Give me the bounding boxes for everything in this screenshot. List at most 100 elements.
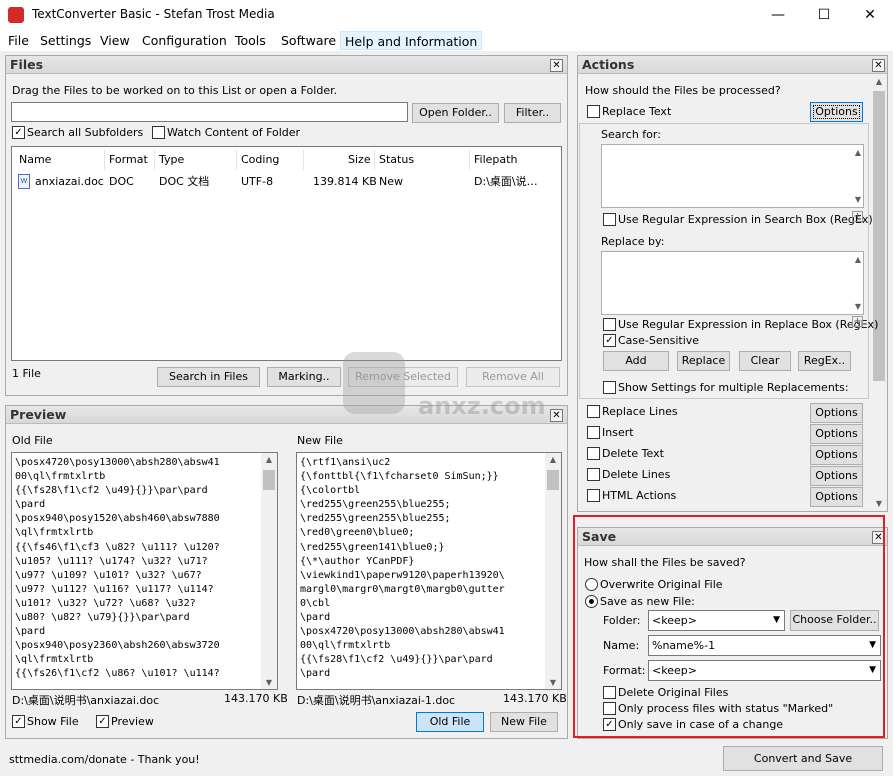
show-file-label: Show File [27, 715, 79, 728]
name-value: %name%-1 [652, 639, 716, 652]
open-folder-button[interactable]: Open Folder.. [412, 103, 499, 123]
actions-close-icon[interactable]: ✕ [872, 59, 885, 72]
menu-settings[interactable]: Settings [37, 31, 94, 50]
regex-search-checkbox[interactable] [603, 213, 616, 226]
menu-configuration[interactable]: Configuration [139, 31, 230, 50]
old-line: \u105? \u111? \u174? \u32? \u71? [15, 555, 208, 567]
new-line: {\*\author YCanPDF} [300, 555, 415, 567]
regex-search-expand-icon[interactable]: + [852, 211, 863, 222]
replace-text-options-button[interactable]: Options [810, 102, 863, 122]
new-line: \posx4720\posy13000\absh280\absw41 [300, 626, 505, 638]
delete-original-checkbox[interactable] [603, 686, 616, 699]
col-size[interactable]: Size [348, 152, 371, 168]
menu-software[interactable]: Software [278, 31, 339, 50]
delete-text-options-button[interactable]: Options [810, 445, 863, 465]
new-scroll-thumb[interactable] [547, 470, 559, 490]
menu-help[interactable]: Help and Information [340, 31, 483, 50]
show-settings-checkbox[interactable] [603, 381, 616, 394]
convert-and-save-button[interactable]: Convert and Save [723, 746, 883, 771]
file-count: 1 File [12, 367, 41, 380]
marking-button[interactable]: Marking.. [267, 367, 341, 387]
folder-label: Folder: [603, 614, 641, 627]
old-line: \posx940\posy2360\absh260\absw3720 [15, 640, 220, 652]
col-filepath[interactable]: Filepath [474, 152, 517, 168]
new-file-preview[interactable]: {\rtf1\ansi\uc2 {\fonttbl{\f1\fcharset0 S… [296, 452, 562, 690]
replace-text-checkbox[interactable] [587, 105, 600, 118]
search-for-textarea[interactable]: ▲ ▼ [601, 144, 864, 208]
col-name[interactable]: Name [19, 152, 51, 168]
insert-checkbox[interactable] [587, 426, 600, 439]
filter-button[interactable]: Filter.. [504, 103, 561, 123]
only-marked-checkbox[interactable] [603, 702, 616, 715]
regex-replace-expand-icon[interactable]: + [852, 316, 863, 327]
new-file-button[interactable]: New File [490, 712, 558, 732]
format-value: <keep> [652, 664, 697, 677]
old-line: \u97? \u109? \u101? \u32? \u67? [15, 569, 202, 581]
clear-button[interactable]: Clear [739, 351, 791, 371]
col-coding[interactable]: Coding [241, 152, 279, 168]
choose-folder-button[interactable]: Choose Folder.. [790, 610, 879, 631]
watch-content-checkbox[interactable] [152, 126, 165, 139]
delete-lines-checkbox[interactable] [587, 468, 600, 481]
name-select[interactable]: %name%-1 ▼ [648, 635, 881, 656]
html-actions-options-button[interactable]: Options [810, 487, 863, 507]
only-change-checkbox[interactable]: ✓ [603, 718, 616, 731]
maximize-button[interactable]: ☐ [801, 0, 847, 30]
menu-view[interactable]: View [97, 31, 133, 50]
show-settings-label: Show Settings for multiple Replacements: [618, 381, 849, 394]
new-line: \pard [300, 612, 331, 624]
actions-scrollbar[interactable]: ▲ ▼ [871, 75, 887, 511]
minimize-button[interactable]: — [755, 0, 801, 30]
insert-options-button[interactable]: Options [810, 424, 863, 444]
file-name[interactable]: anxiazai.doc [35, 175, 104, 189]
folder-select[interactable]: <keep> ▼ [648, 610, 785, 631]
old-line: \posx940\posy1520\absh460\absw7880 [15, 513, 220, 525]
overwrite-radio[interactable] [585, 578, 598, 591]
html-actions-checkbox[interactable] [587, 489, 600, 502]
delete-lines-label: Delete Lines [602, 468, 671, 481]
search-in-files-button[interactable]: Search in Files [157, 367, 260, 387]
menu-file[interactable]: File [5, 31, 32, 50]
old-line: 00\ql\frmtxlrtb [15, 471, 106, 483]
preview-checkbox[interactable]: ✓ [96, 715, 109, 728]
col-format[interactable]: Format [109, 152, 148, 168]
save-new-radio[interactable] [585, 595, 598, 608]
case-sensitive-checkbox[interactable]: ✓ [603, 334, 616, 347]
actions-scroll-thumb[interactable] [873, 91, 885, 381]
delete-original-label: Delete Original Files [618, 686, 729, 699]
format-select[interactable]: <keep> ▼ [648, 660, 881, 681]
insert-label: Insert [602, 426, 634, 439]
replace-button[interactable]: Replace [677, 351, 730, 371]
old-file-button[interactable]: Old File [416, 712, 484, 732]
old-file-preview[interactable]: \posx4720\posy13000\absh280\absw41 00\ql\… [11, 452, 278, 690]
old-file-scrollbar[interactable]: ▲ ▼ [261, 453, 277, 689]
folder-path-input[interactable] [11, 102, 408, 122]
chevron-down-icon: ▼ [869, 665, 876, 675]
new-file-label: New File [297, 434, 343, 447]
regex-button[interactable]: RegEx.. [798, 351, 851, 371]
file-status: New [379, 175, 403, 188]
add-button[interactable]: Add [603, 351, 669, 371]
col-status[interactable]: Status [379, 152, 414, 168]
old-line: \ql\frmtxlrtb [15, 654, 94, 666]
donate-link[interactable]: sttmedia.com/donate - Thank you! [9, 753, 200, 766]
replace-lines-options-button[interactable]: Options [810, 403, 863, 423]
menu-tools[interactable]: Tools [232, 31, 269, 50]
old-scroll-thumb[interactable] [263, 470, 275, 490]
file-format: DOC [109, 175, 134, 188]
preview-close-icon[interactable]: ✕ [550, 409, 563, 422]
replace-lines-checkbox[interactable] [587, 405, 600, 418]
search-subfolders-checkbox[interactable]: ✓ [12, 126, 25, 139]
chevron-down-icon: ▼ [773, 615, 780, 625]
remove-all-button[interactable]: Remove All [466, 367, 560, 387]
files-panel-title: Files [6, 56, 567, 74]
delete-lines-options-button[interactable]: Options [810, 466, 863, 486]
delete-text-checkbox[interactable] [587, 447, 600, 460]
close-window-button[interactable]: ✕ [847, 0, 893, 30]
col-type[interactable]: Type [159, 152, 184, 168]
files-close-icon[interactable]: ✕ [550, 59, 563, 72]
show-file-checkbox[interactable]: ✓ [12, 715, 25, 728]
new-file-scrollbar[interactable]: ▲ ▼ [545, 453, 561, 689]
replace-by-textarea[interactable]: ▲ ▼ [601, 251, 864, 315]
regex-replace-checkbox[interactable] [603, 318, 616, 331]
